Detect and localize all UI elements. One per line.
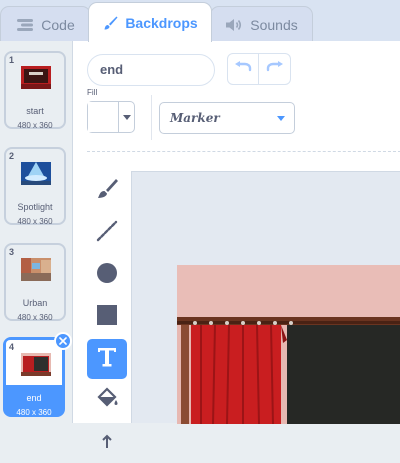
- backdrop-number: 3: [9, 247, 15, 257]
- tab-code[interactable]: Code: [0, 6, 91, 42]
- undo-redo-group: [227, 53, 292, 85]
- tab-bar: Code Backdrops Sounds: [0, 0, 400, 42]
- backdrop-name: Spotlight: [17, 202, 53, 212]
- line-tool[interactable]: [87, 213, 127, 253]
- backdrop-number: 1: [9, 55, 15, 65]
- backdrop-thumbnail: [21, 258, 51, 281]
- toolbar-divider: [87, 151, 400, 152]
- fill-icon: [94, 386, 120, 417]
- circle-icon: [94, 260, 120, 291]
- fill-swatch: [88, 102, 119, 132]
- undo-button[interactable]: [227, 53, 259, 85]
- costume-name-input[interactable]: end: [87, 54, 215, 86]
- backdrop-thumbnail: [21, 66, 51, 89]
- rectangle-tool[interactable]: [87, 297, 127, 337]
- brush-icon: [94, 176, 120, 207]
- chevron-down-icon: [123, 115, 131, 120]
- code-icon: [16, 18, 34, 32]
- line-icon: [94, 218, 120, 249]
- font-dropdown[interactable]: Marker: [159, 102, 295, 134]
- brush-icon: [102, 15, 118, 31]
- backdrop-name: end: [26, 393, 42, 403]
- delete-backdrop-button[interactable]: [54, 332, 72, 350]
- backdrop-number: 2: [9, 151, 15, 161]
- text-icon: [94, 344, 120, 375]
- close-icon: [59, 332, 67, 350]
- tab-code-label: Code: [41, 16, 75, 33]
- divider: [151, 95, 152, 140]
- more-tools[interactable]: [87, 423, 127, 463]
- paint-editor: end Fill Marker: [72, 41, 400, 448]
- redo-icon: [266, 60, 284, 78]
- backdrop-thumbnail: [21, 162, 51, 185]
- tab-sounds-label: Sounds: [250, 16, 298, 33]
- backdrop-item-end[interactable]: 4 end 480 x 360: [3, 332, 72, 417]
- backdrop-number: 4: [9, 342, 15, 352]
- fill-color-picker[interactable]: [87, 101, 135, 133]
- paint-canvas[interactable]: [131, 171, 400, 424]
- font-dropdown-value: Marker: [170, 111, 220, 125]
- speaker-icon: [225, 18, 243, 32]
- backdrop-image: [177, 265, 400, 424]
- backdrop-item-urban[interactable]: 3 Urban 480 x 360: [4, 243, 66, 322]
- redo-button[interactable]: [259, 53, 291, 85]
- backdrop-thumbnail: [21, 353, 51, 376]
- tab-backdrops-label: Backdrops: [125, 14, 198, 31]
- backdrop-name: Urban: [22, 298, 48, 308]
- backdrop-item-spotlight[interactable]: 2 Spotlight 480 x 360: [4, 147, 66, 226]
- backdrop-list: 1 start 480 x 360 2 Spotlight 480 x 360 …: [0, 41, 72, 423]
- circle-tool[interactable]: [87, 255, 127, 295]
- backdrop-size: 480 x 360: [17, 313, 53, 322]
- backdrop-name: start: [26, 106, 44, 116]
- text-tool[interactable]: [87, 339, 127, 379]
- tab-sounds[interactable]: Sounds: [210, 6, 313, 42]
- backdrop-size: 480 x 360: [16, 408, 52, 417]
- rectangle-icon: [94, 302, 120, 333]
- backdrop-size: 480 x 360: [17, 217, 53, 226]
- fill-tool[interactable]: [87, 381, 127, 421]
- fill-label: Fill: [87, 88, 98, 97]
- undo-icon: [234, 60, 252, 78]
- stage-picture: [177, 265, 400, 424]
- backdrop-size: 480 x 360: [17, 121, 53, 130]
- pointer-icon: [97, 434, 117, 453]
- backdrop-item-start[interactable]: 1 start 480 x 360: [4, 51, 66, 130]
- brush-tool[interactable]: [87, 171, 127, 211]
- chevron-down-icon: [277, 116, 285, 121]
- tab-backdrops[interactable]: Backdrops: [88, 2, 212, 42]
